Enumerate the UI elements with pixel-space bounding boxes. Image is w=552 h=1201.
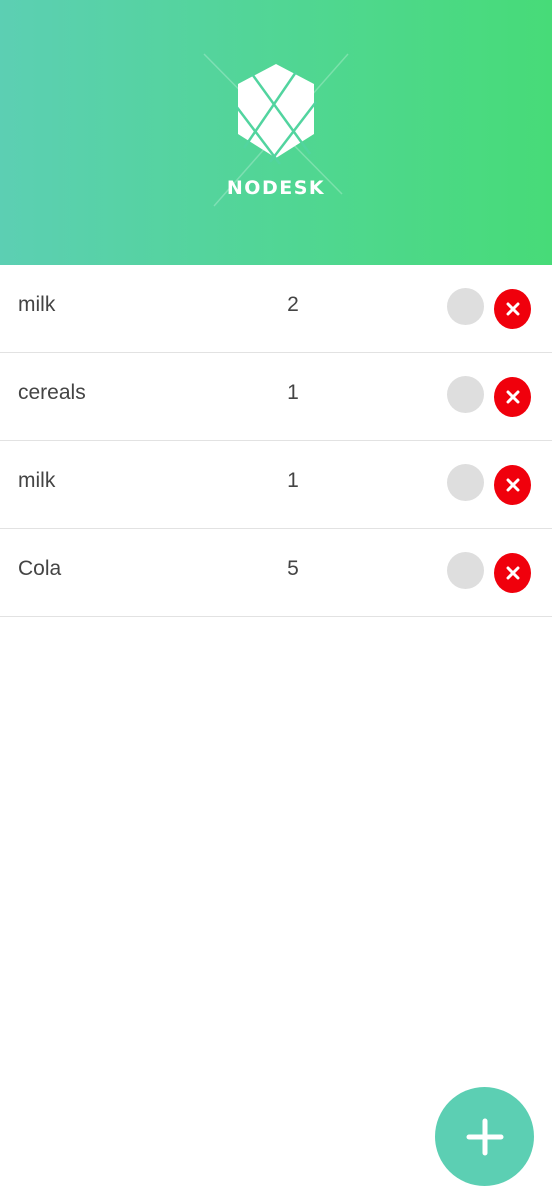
header-banner: NODESK	[0, 0, 552, 265]
item-name: milk	[18, 469, 56, 492]
item-quantity: 2	[287, 293, 299, 316]
item-quantity: 1	[287, 469, 299, 492]
close-icon	[506, 566, 519, 580]
item-name: milk	[18, 293, 56, 316]
list-item: milk 1	[0, 441, 552, 529]
logo-text: NODESK	[227, 177, 325, 199]
plus-icon	[466, 1118, 503, 1155]
app-page: NODESK milk 2 cereals 1 milk 1 Cola 5	[0, 0, 552, 1201]
item-name: cereals	[18, 381, 86, 404]
circle-toggle-icon[interactable]	[447, 464, 484, 501]
add-item-button[interactable]	[435, 1087, 534, 1186]
nodesk-logo: NODESK	[203, 53, 349, 207]
list-item: cereals 1	[0, 353, 552, 441]
list-item: Cola 5	[0, 529, 552, 617]
delete-button[interactable]	[494, 377, 531, 417]
circle-toggle-icon[interactable]	[447, 288, 484, 325]
circle-toggle-icon[interactable]	[447, 552, 484, 589]
delete-button[interactable]	[494, 465, 531, 505]
close-icon	[506, 390, 519, 404]
delete-button[interactable]	[494, 289, 531, 329]
close-icon	[506, 478, 519, 492]
item-quantity: 5	[287, 557, 299, 580]
circle-toggle-icon[interactable]	[447, 376, 484, 413]
item-quantity: 1	[287, 381, 299, 404]
list-item: milk 2	[0, 265, 552, 353]
shopping-list: milk 2 cereals 1 milk 1 Cola 5	[0, 265, 552, 617]
close-icon	[506, 302, 519, 316]
delete-button[interactable]	[494, 553, 531, 593]
item-name: Cola	[18, 557, 62, 580]
